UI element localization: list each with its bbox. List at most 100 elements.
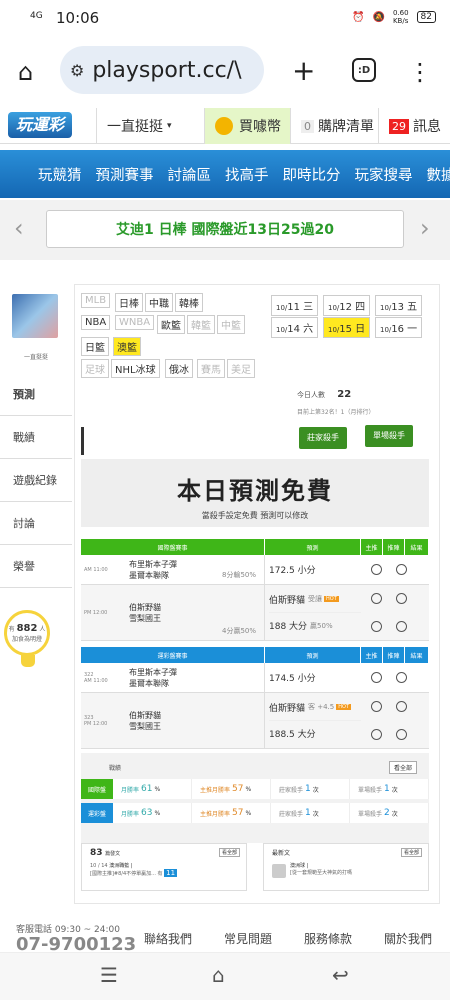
table-header-cell: 主推 xyxy=(361,539,383,555)
buy-coin-button[interactable]: 買噱幣 xyxy=(204,108,290,144)
footer-link[interactable]: 服務條款 xyxy=(304,930,352,947)
user-menu[interactable]: 一直挺挺 ▾ xyxy=(96,108,204,144)
sport-tab[interactable]: NBA xyxy=(81,315,111,330)
today-value: 22 xyxy=(337,389,352,400)
record-cell-title: 主推月勝率 xyxy=(200,810,231,818)
date-tab[interactable]: 10/13 五 xyxy=(375,295,423,316)
tab-switcher-button[interactable]: :D xyxy=(352,58,376,82)
side-menu-item[interactable]: 戰績 xyxy=(0,417,72,459)
side-menu-item[interactable]: 榮譽 xyxy=(0,546,72,588)
push-pick-radio[interactable] xyxy=(396,701,407,713)
new-tab-icon[interactable]: + xyxy=(292,54,315,87)
sport-tab[interactable]: NHL冰球 xyxy=(111,359,160,378)
post-item[interactable]: 10 / 14 澳洲職籃 | [國際主推]#8/4不停單贏加... 有 11 xyxy=(90,862,230,877)
sport-tab[interactable]: 歐籃 xyxy=(157,315,185,334)
date-tab[interactable]: 10/11 三 xyxy=(271,295,319,316)
matchup: 布里斯本子彈 墨爾本聯隊 8分輸50% xyxy=(113,555,265,584)
avatar[interactable] xyxy=(12,294,58,338)
sport-tab[interactable]: 日棒 xyxy=(115,293,143,312)
today-label: 今日人數 xyxy=(297,391,325,399)
main-pick-radio[interactable] xyxy=(371,620,382,632)
post-reply-prefix: 有 xyxy=(157,871,163,877)
record-cell-title: 月勝率 xyxy=(121,786,140,794)
site-logo[interactable]: 玩運彩 xyxy=(8,112,72,138)
main-pick-radio[interactable] xyxy=(371,593,382,605)
push-pick-radio[interactable] xyxy=(396,620,407,632)
cart-button[interactable]: 0 購牌清單 xyxy=(290,108,378,144)
home-team: 伯斯野貓 xyxy=(129,710,161,720)
posts-more-button[interactable]: 看全部 xyxy=(218,848,240,857)
more-menu-icon[interactable]: ⋮ xyxy=(408,58,432,86)
ticker-text[interactable]: 艾迪1 日棒 國際盤近13日25過20 xyxy=(46,210,404,248)
sport-tab[interactable]: 俄冰 xyxy=(165,359,193,378)
browser-toolbar: ⌂ ⚙ playsport.cc/\ + :D ⋮ xyxy=(0,36,450,106)
side-menu-item[interactable]: 預測 xyxy=(0,374,72,416)
date-day: 15 日 xyxy=(339,324,366,335)
date-tab[interactable]: 10/15 日 xyxy=(323,317,371,338)
main-pick-radio[interactable] xyxy=(371,564,382,575)
sport-tab[interactable]: 中職 xyxy=(145,293,173,312)
pick-value: 伯斯野貓 xyxy=(269,703,306,714)
date-month: 10/ xyxy=(380,326,392,334)
date-month: 10/ xyxy=(328,304,340,312)
push-pick-radio[interactable] xyxy=(396,564,407,575)
sport-tab[interactable]: 日籃 xyxy=(81,337,109,356)
sport-tab[interactable]: 韓棒 xyxy=(175,293,203,312)
push-pick-radio[interactable] xyxy=(396,593,407,605)
main-pick-radio[interactable] xyxy=(371,672,382,683)
nav-item[interactable]: 玩競猜 xyxy=(38,164,82,185)
date-tab[interactable]: 10/14 六 xyxy=(271,317,319,338)
date-tab[interactable]: 10/12 四 xyxy=(323,295,371,316)
url-text[interactable]: playsport.cc/\ xyxy=(92,58,241,83)
lottery-prediction-table: 運彩盤賽事 預測 主推 推陣 結果 322 AM 11:00 布里斯本子彈 墨爾本聯隊 174.… xyxy=(81,647,429,749)
address-bar[interactable]: ⚙ playsport.cc/\ xyxy=(60,46,264,94)
nav-item[interactable]: 即時比分 xyxy=(283,164,341,185)
nav-item[interactable]: 預測賽事 xyxy=(96,164,154,185)
back-icon[interactable]: ↩ xyxy=(332,963,349,987)
home-nav-icon[interactable]: ⌂ xyxy=(212,963,225,987)
nav-item[interactable]: 討論區 xyxy=(168,164,212,185)
recents-icon[interactable]: ☰ xyxy=(100,963,118,987)
record-cell: 莊家殺手 1 次 xyxy=(271,779,350,799)
footer-link[interactable]: 常見問題 xyxy=(224,930,272,947)
record-cell-value: 61 xyxy=(141,784,153,794)
user-menu-label: 一直挺挺 xyxy=(107,119,163,135)
badge-single-killer: 單場殺手 xyxy=(365,425,413,447)
pick-value: 172.5 小分 xyxy=(269,566,316,576)
latest-more-button[interactable]: 看全部 xyxy=(400,848,422,857)
home-icon[interactable]: ⌂ xyxy=(18,58,33,86)
ticker-prev-icon[interactable]: ‹ xyxy=(14,214,24,242)
footer-link[interactable]: 關於我們 xyxy=(384,930,432,947)
date-month: 10/ xyxy=(276,326,288,334)
battery-indicator: 82 xyxy=(416,11,436,23)
nav-item[interactable]: 玩家搜尋 xyxy=(355,164,413,185)
side-menu-item[interactable]: 討論 xyxy=(0,503,72,545)
messages-button[interactable]: 29 訊息 xyxy=(378,108,450,144)
ticker-next-icon[interactable]: › xyxy=(420,214,430,242)
nav-item[interactable]: 找高手 xyxy=(225,164,269,185)
push-pick-radio[interactable] xyxy=(396,728,407,740)
radio-row xyxy=(371,694,429,720)
main-pick-radio[interactable] xyxy=(371,728,382,740)
record-more-button[interactable]: 看全部 xyxy=(388,761,417,774)
main-nav: 玩競猜 預測賽事 討論區 找高手 即時比分 玩家搜尋 數據 xyxy=(0,150,450,198)
lamp-counter[interactable]: 有 882 人 加食為明燈 xyxy=(4,610,50,667)
record-cell: 主推月勝率 57% xyxy=(192,779,271,799)
main-pick-radio[interactable] xyxy=(371,701,382,713)
latest-item[interactable]: 澳洲球 | [從一套規範至大神氣的打嗎 xyxy=(290,862,430,876)
date-day: 16 一 xyxy=(391,324,418,335)
sport-tab[interactable]: 澳籃 xyxy=(113,337,141,356)
push-pick-radio[interactable] xyxy=(396,672,407,683)
side-menu-item[interactable]: 遊戲紀錄 xyxy=(0,460,72,502)
nav-item[interactable]: 數據 xyxy=(427,164,450,185)
cart-count-badge: 0 xyxy=(301,119,314,133)
site-settings-icon[interactable]: ⚙ xyxy=(70,61,84,80)
news-ticker: ‹ 艾迪1 日棒 國際盤近13日25過20 › xyxy=(0,200,450,260)
record-cell-value: 1 xyxy=(305,808,311,818)
caret-down-icon: ▾ xyxy=(167,121,172,131)
record-cell-title: 單場殺手 xyxy=(358,786,383,794)
matchup: 伯斯野貓 雪梨國王 xyxy=(113,693,265,748)
footer-link[interactable]: 聯絡我們 xyxy=(144,930,192,947)
date-tab[interactable]: 10/16 一 xyxy=(375,317,423,338)
pick-value: 伯斯野貓 xyxy=(269,595,306,606)
